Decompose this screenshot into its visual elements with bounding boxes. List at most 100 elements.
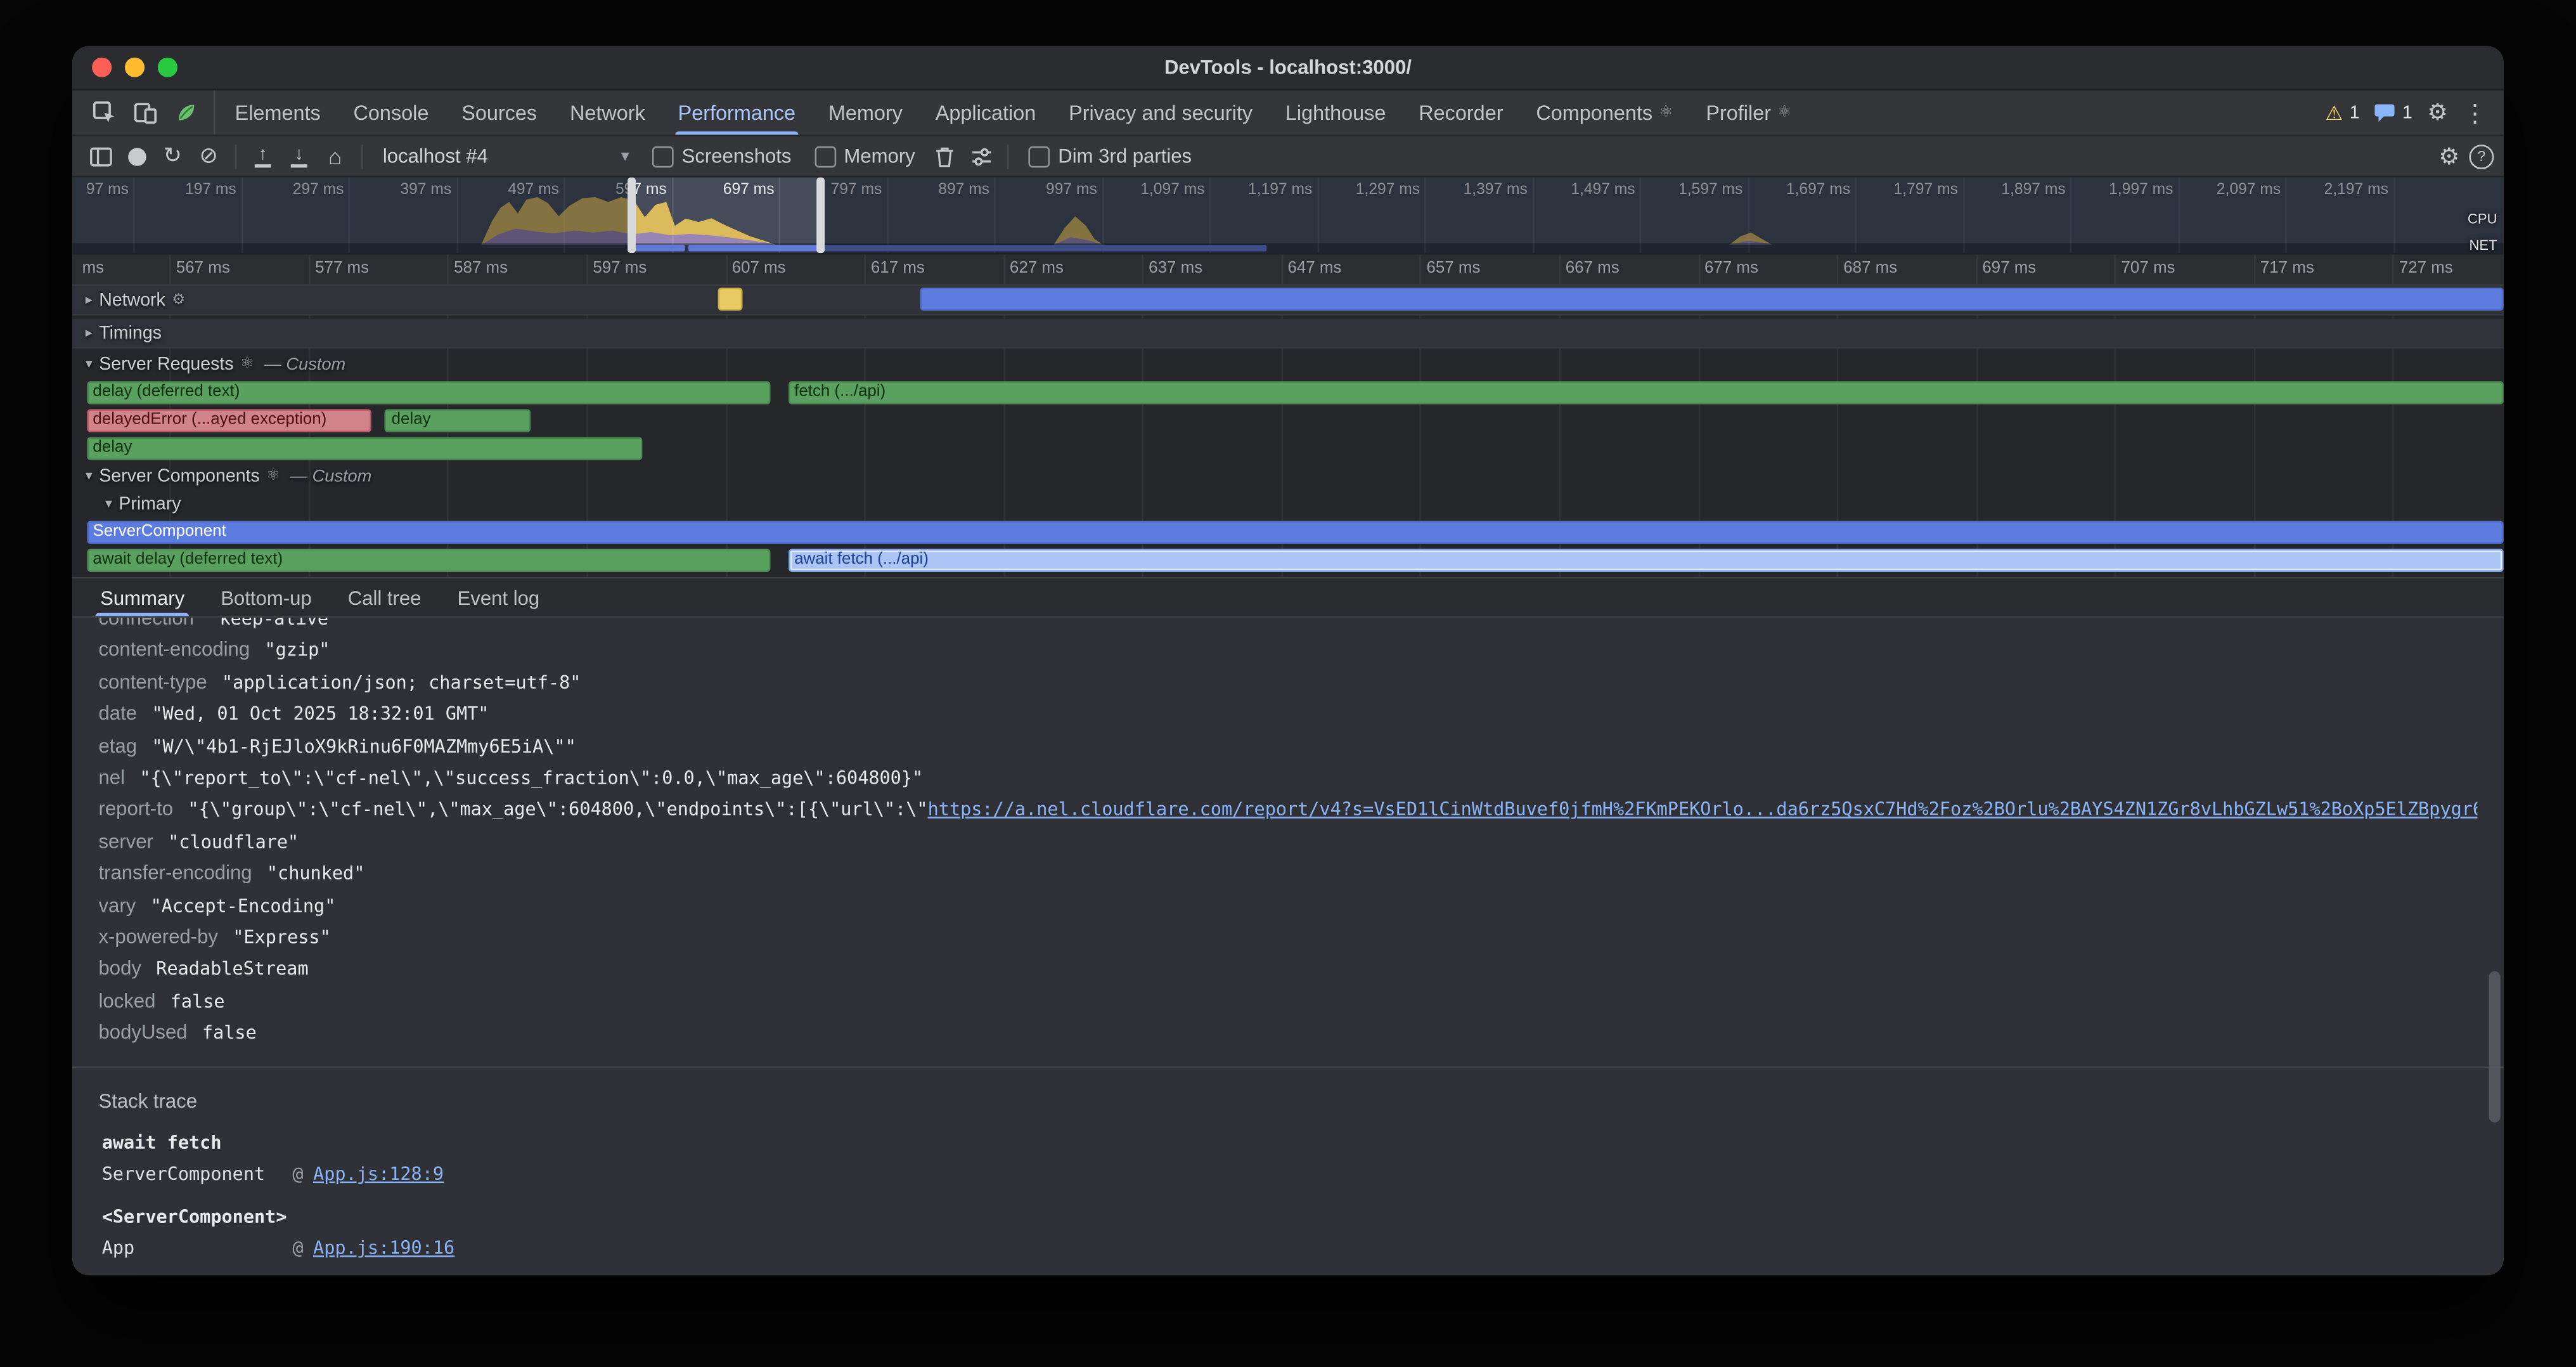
scrollbar-thumb[interactable] [2489, 971, 2501, 1122]
track-suffix: — Custom [264, 354, 346, 374]
tab-label: Performance [678, 101, 795, 124]
ruler-tick-label: 567 ms [176, 260, 230, 278]
ruler-tick-label: 607 ms [732, 260, 786, 278]
timeline-ruler: ms 567 ms577 ms587 ms597 ms607 ms617 ms6… [72, 255, 2504, 286]
network-conditions-icon[interactable] [963, 139, 999, 172]
details-tab-call-tree[interactable]: Call tree [330, 578, 439, 616]
property-key: etag [99, 734, 138, 757]
property-key: connection [99, 618, 194, 630]
tab-memory[interactable]: Memory [812, 91, 919, 135]
track-header-network[interactable]: ▸Network⚙ [86, 290, 185, 309]
selection-right-handle[interactable] [816, 178, 824, 253]
memory-checkbox[interactable]: Memory [815, 145, 915, 167]
live-metrics-home-icon[interactable]: ⌂ [317, 139, 353, 172]
settings-gear-icon[interactable]: ⚙ [2427, 99, 2448, 127]
property-key: x-powered-by [99, 925, 218, 948]
load-profile-icon[interactable]: ↑ [245, 139, 281, 172]
event-bar[interactable] [718, 288, 742, 311]
stack-frame-location-link[interactable]: App.js:128:9 [313, 1159, 444, 1191]
clear-icon[interactable]: ⊘ [191, 139, 227, 172]
event-bar[interactable] [920, 288, 2504, 311]
stack-trace-list: await fetchServerComponent@App.js:128:9<… [99, 1127, 2478, 1265]
summary-property: vary"Accept-Encoding" [99, 890, 2478, 922]
track-header-timings[interactable]: ▸Timings [86, 323, 162, 342]
warning-icon[interactable]: ⚠ [2325, 101, 2343, 124]
event-bar-await-delay-deferred-text[interactable]: await delay (deferred text) [86, 549, 771, 572]
timeline-tracks[interactable]: ▸Network⚙ ▸Timings ▾Server Requests⚛— Cust… [72, 286, 2504, 577]
event-bar-await-fetch-api[interactable]: await fetch (.../api) [788, 549, 2504, 572]
tabbar-icon-group [72, 91, 215, 135]
tab-label: Memory [828, 101, 903, 124]
event-bar-delay[interactable]: delay [385, 409, 531, 432]
tab-network[interactable]: Network [553, 91, 662, 135]
tab-elements[interactable]: Elements [219, 91, 337, 135]
report-to-url-link[interactable]: https://a.nel.cloudflare.com/report/v4?s… [928, 800, 2478, 821]
track-name: Server Components [99, 466, 260, 486]
ruler-tick [2253, 255, 2255, 285]
tab-console[interactable]: Console [337, 91, 446, 135]
timeline-overview-minimap[interactable]: CPU NET 97 ms197 ms297 ms397 ms497 ms597… [72, 178, 2504, 255]
toolbar-separator [361, 144, 363, 169]
capture-settings-gear-icon[interactable]: ⚙ [2438, 142, 2459, 170]
collect-garbage-icon[interactable] [927, 139, 963, 172]
track-config-gear-icon[interactable]: ⚙ [172, 291, 185, 309]
react-icon: ⚛ [266, 467, 280, 485]
track-header-server-components[interactable]: ▾Server Components⚛— Custom [86, 466, 372, 486]
summary-pane: connection"keep-alive"content-encoding"g… [72, 618, 2504, 1276]
event-bar-delayederror-ayed-exception[interactable]: delayedError (...ayed exception) [86, 409, 371, 432]
details-tab-summary[interactable]: Summary [82, 578, 203, 616]
stack-frame-at: @ [292, 1159, 303, 1191]
selection-left-handle[interactable] [628, 178, 636, 253]
tabbar-right-group: ⚠ 1 1 ⚙ ⋮ [2325, 91, 2503, 135]
event-bar-delay-deferred-text[interactable]: delay (deferred text) [86, 381, 771, 404]
chevron-down-icon: ▾ [621, 147, 629, 165]
event-bar-servercomponent[interactable]: ServerComponent [86, 521, 2504, 544]
tab-performance[interactable]: Performance [662, 91, 812, 135]
property-value: "Wed, 01 Oct 2025 18:32:01 GMT" [151, 704, 489, 725]
ruler-tick-label: 687 ms [1843, 260, 1897, 278]
help-icon[interactable]: ? [2469, 144, 2494, 169]
extension-icon[interactable] [167, 94, 203, 131]
details-tab-bottom-up[interactable]: Bottom-up [203, 578, 330, 616]
tab-lighthouse[interactable]: Lighthouse [1269, 91, 1402, 135]
track-row-server-requests: ▾Server Requests⚛— Custom [72, 352, 2504, 377]
checkbox-label: Dim 3rd parties [1058, 145, 1192, 167]
track-header-primary[interactable]: ▾Primary [105, 494, 181, 514]
summary-property: x-powered-by"Express" [99, 922, 2478, 954]
minimap-right-curtain [820, 178, 2504, 253]
titlebar[interactable]: DevTools - localhost:3000/ [72, 46, 2504, 91]
device-toolbar-icon[interactable] [127, 94, 163, 131]
tab-components[interactable]: Components⚛ [1519, 91, 1689, 135]
stack-frame-location-link[interactable]: App.js:190:16 [313, 1233, 454, 1265]
section-divider [72, 1066, 2504, 1068]
history-dropdown[interactable]: localhost #4 ▾ [371, 141, 641, 171]
ruler-tick-label: 697 ms [1982, 260, 2036, 278]
kebab-menu-icon[interactable]: ⋮ [2463, 98, 2487, 127]
tab-sources[interactable]: Sources [445, 91, 553, 135]
record-button[interactable] [119, 139, 155, 172]
maximize-window-button[interactable] [158, 58, 177, 77]
summary-property: content-type"application/json; charset=u… [99, 667, 2478, 699]
issues-icon[interactable] [2374, 103, 2396, 122]
event-bar-delay[interactable]: delay [86, 437, 642, 460]
property-value: "gzip" [264, 640, 330, 661]
record-and-reload-icon[interactable]: ↻ [155, 139, 191, 172]
ruler-tick-label: 587 ms [454, 260, 508, 278]
property-key: locked [99, 989, 156, 1012]
close-window-button[interactable] [92, 58, 112, 77]
details-tab-event-log[interactable]: Event log [439, 578, 558, 616]
tab-application[interactable]: Application [919, 91, 1052, 135]
minimize-window-button[interactable] [125, 58, 145, 77]
screenshots-checkbox[interactable]: Screenshots [652, 145, 792, 167]
panel-tabs: ElementsConsoleSourcesNetwork Performance… [219, 91, 1808, 135]
tab-profiler[interactable]: Profiler⚛ [1689, 91, 1808, 135]
tab-privacy-and-security[interactable]: Privacy and security [1052, 91, 1269, 135]
track-header-server-requests[interactable]: ▾Server Requests⚛— Custom [86, 354, 345, 374]
dim-3rd-parties-checkbox[interactable]: Dim 3rd parties [1029, 145, 1192, 167]
tab-recorder[interactable]: Recorder [1402, 91, 1519, 135]
inspect-element-icon[interactable] [86, 94, 122, 131]
tab-label: Components [1536, 101, 1652, 124]
save-profile-icon[interactable]: ↓ [281, 139, 317, 172]
toggle-sidebar-icon[interactable] [82, 139, 119, 172]
event-bar-fetch-api[interactable]: fetch (.../api) [788, 381, 2504, 404]
